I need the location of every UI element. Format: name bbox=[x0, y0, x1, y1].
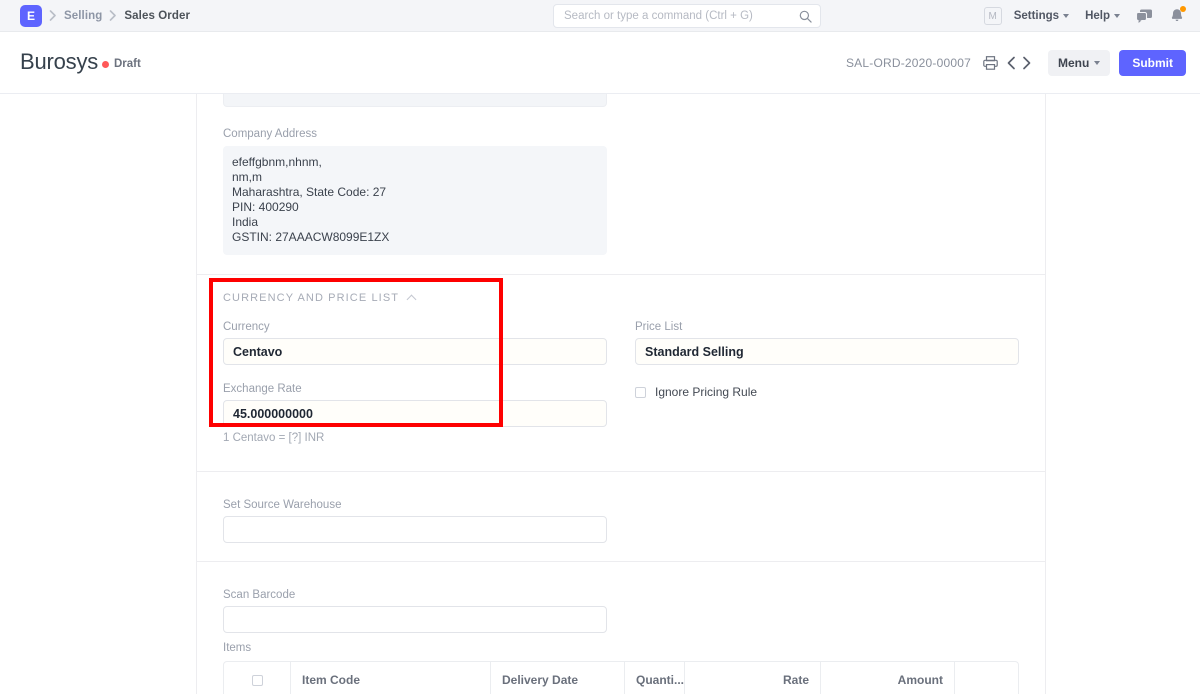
section-company-address: 27AAACW8099E1ZX Company Address efeffgbn… bbox=[197, 94, 1045, 275]
address-line: India bbox=[232, 215, 597, 230]
nav-settings-label: Settings bbox=[1014, 10, 1059, 22]
navbar-actions: M Settings Help bbox=[984, 0, 1186, 32]
app-logo[interactable]: E bbox=[20, 5, 42, 27]
items-label: Items bbox=[223, 642, 251, 654]
items-select-all-cell[interactable] bbox=[224, 662, 291, 694]
scan-barcode-field-group: Scan Barcode bbox=[223, 589, 607, 633]
chat-icon[interactable] bbox=[1136, 9, 1153, 24]
breadcrumb-item-selling[interactable]: Selling bbox=[64, 10, 102, 22]
currency-input[interactable]: Centavo bbox=[223, 338, 607, 365]
document-id: SAL-ORD-2020-00007 bbox=[846, 56, 971, 70]
section-items: Scan Barcode Items Item Code Delivery Da… bbox=[197, 562, 1045, 694]
price-list-label: Price List bbox=[635, 321, 1019, 333]
items-table-header-row: Item Code Delivery Date Quanti... Rate A… bbox=[224, 662, 1018, 694]
currency-label: Currency bbox=[223, 321, 607, 333]
source-warehouse-field-group: Set Source Warehouse bbox=[223, 499, 607, 543]
address-line: PIN: 400290 bbox=[232, 200, 597, 215]
company-address-value: efeffgbnm,nhnm, nm,m Maharashtra, State … bbox=[223, 146, 607, 255]
source-warehouse-input[interactable] bbox=[223, 516, 607, 543]
address-line: efeffgbnm,nhnm, bbox=[232, 155, 597, 170]
chevron-down-icon bbox=[1114, 14, 1120, 18]
document-actions: SAL-ORD-2020-00007 Menu Submit bbox=[846, 32, 1186, 94]
ignore-pricing-rule-checkbox[interactable] bbox=[635, 387, 646, 398]
ignore-pricing-rule-label: Ignore Pricing Rule bbox=[655, 385, 757, 399]
address-line: nm,m bbox=[232, 170, 597, 185]
currency-section-title: CURRENCY AND PRICE LIST bbox=[223, 292, 399, 304]
address-line: GSTIN: 27AAACW8099E1ZX bbox=[232, 230, 597, 245]
company-gstin-field[interactable]: 27AAACW8099E1ZX bbox=[223, 94, 607, 107]
nav-help-menu[interactable]: Help bbox=[1085, 10, 1120, 22]
breadcrumb-chevron-icon bbox=[49, 10, 57, 21]
column-header-quantity[interactable]: Quanti... bbox=[625, 662, 685, 694]
exchange-rate-input[interactable]: 45.000000000 bbox=[223, 400, 607, 427]
column-header-actions bbox=[955, 662, 1018, 694]
nav-settings-menu[interactable]: Settings bbox=[1014, 10, 1069, 22]
nav-help-label: Help bbox=[1085, 10, 1110, 22]
scan-barcode-input[interactable] bbox=[223, 606, 607, 633]
next-document-icon[interactable] bbox=[1021, 56, 1032, 70]
section-currency-and-price-list: CURRENCY AND PRICE LIST Currency Centavo… bbox=[197, 275, 1045, 472]
search-icon[interactable] bbox=[799, 10, 812, 23]
menu-button[interactable]: Menu bbox=[1048, 50, 1110, 76]
column-header-rate[interactable]: Rate bbox=[685, 662, 821, 694]
notification-badge bbox=[1180, 6, 1186, 12]
form-canvas: 27AAACW8099E1ZX Company Address efeffgbn… bbox=[0, 94, 1200, 694]
exchange-rate-field-group: Exchange Rate 45.000000000 1 Centavo = [… bbox=[223, 383, 607, 444]
chevron-down-icon bbox=[1063, 14, 1069, 18]
price-list-input[interactable]: Standard Selling bbox=[635, 338, 1019, 365]
price-list-field-group: Price List Standard Selling bbox=[635, 321, 1019, 365]
select-all-checkbox[interactable] bbox=[252, 675, 263, 686]
address-line: Maharashtra, State Code: 27 bbox=[232, 185, 597, 200]
section-source-warehouse: Set Source Warehouse bbox=[197, 472, 1045, 562]
ignore-pricing-rule-checkbox-row[interactable]: Ignore Pricing Rule bbox=[635, 385, 757, 399]
breadcrumb-chevron-icon bbox=[109, 10, 117, 21]
exchange-rate-help-text: 1 Centavo = [?] INR bbox=[223, 432, 607, 444]
print-icon[interactable] bbox=[983, 56, 998, 70]
notifications-bell-icon[interactable] bbox=[1170, 8, 1184, 24]
scan-barcode-label: Scan Barcode bbox=[223, 589, 607, 601]
global-search[interactable] bbox=[553, 4, 821, 28]
chevron-up-icon[interactable] bbox=[407, 295, 417, 305]
exchange-rate-label: Exchange Rate bbox=[223, 383, 607, 395]
document-header: Burosys Draft SAL-ORD-2020-00007 Menu Su… bbox=[0, 32, 1200, 94]
column-header-amount[interactable]: Amount bbox=[821, 662, 955, 694]
items-table: Item Code Delivery Date Quanti... Rate A… bbox=[223, 661, 1019, 694]
previous-document-icon[interactable] bbox=[1006, 56, 1017, 70]
column-header-delivery-date[interactable]: Delivery Date bbox=[491, 662, 625, 694]
currency-section-header[interactable]: CURRENCY AND PRICE LIST bbox=[223, 292, 415, 304]
breadcrumb-item-sales-order[interactable]: Sales Order bbox=[124, 10, 190, 22]
submit-button[interactable]: Submit bbox=[1119, 50, 1186, 76]
page-title: Burosys bbox=[20, 49, 98, 75]
source-warehouse-label: Set Source Warehouse bbox=[223, 499, 607, 511]
status-dot-icon bbox=[102, 61, 109, 68]
top-navbar: E Selling Sales Order M Settings Help bbox=[0, 0, 1200, 32]
status-badge: Draft bbox=[102, 58, 141, 70]
form-container: 27AAACW8099E1ZX Company Address efeffgbn… bbox=[196, 94, 1046, 694]
menu-button-label: Menu bbox=[1058, 56, 1089, 70]
search-input[interactable] bbox=[562, 9, 799, 23]
currency-field-group: Currency Centavo bbox=[223, 321, 607, 365]
column-header-item-code[interactable]: Item Code bbox=[291, 662, 491, 694]
chevron-down-icon bbox=[1094, 61, 1100, 65]
avatar[interactable]: M bbox=[984, 7, 1002, 25]
status-label: Draft bbox=[114, 58, 141, 70]
company-address-label: Company Address bbox=[223, 128, 317, 140]
